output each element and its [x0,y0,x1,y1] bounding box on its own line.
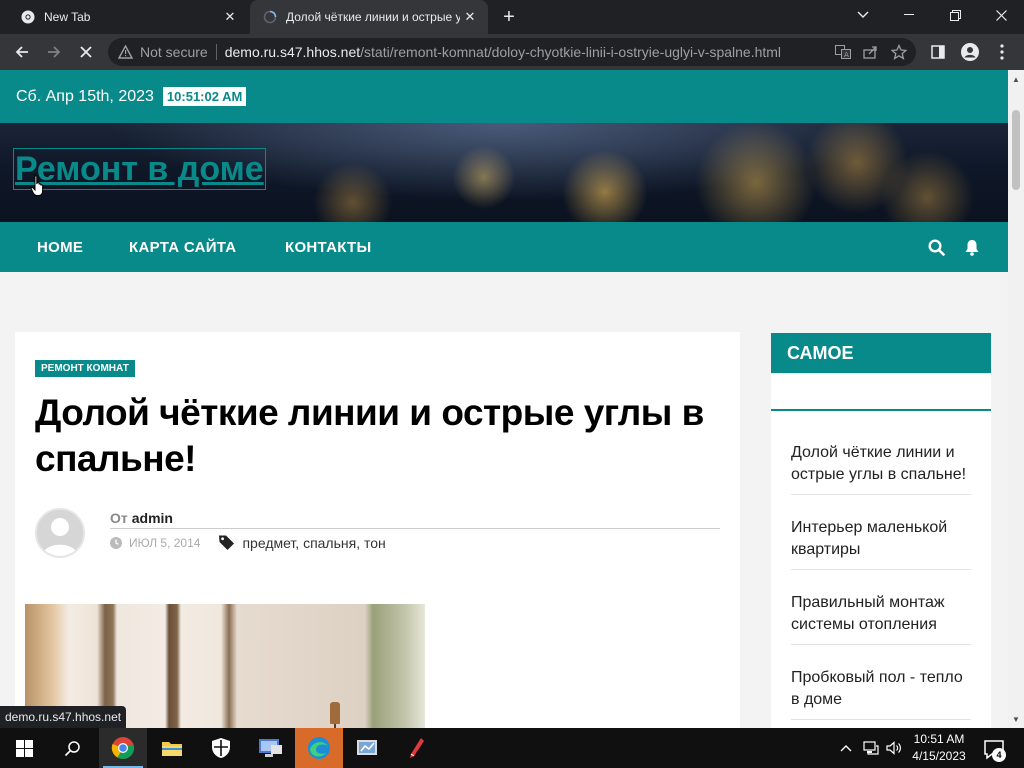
taskbar-chrome-icon[interactable] [99,728,147,768]
close-icon[interactable]: ✕ [460,7,480,27]
sidebar-item-1[interactable]: Долой чёткие линии и острые углы в спаль… [791,442,971,495]
side-panel-icon[interactable] [924,38,952,66]
author-line: От admin [110,510,720,529]
network-icon[interactable] [860,728,882,768]
current-date: Сб. Апр 15th, 2023 [16,87,154,105]
main-navigation: HOME КАРТА САЙТА КОНТАКТЫ [0,222,1008,272]
post-date-link[interactable]: ИЮЛ 5, 2014 [129,536,200,550]
back-icon[interactable] [8,38,36,66]
taskbar-file-explorer-icon[interactable] [148,728,196,768]
sidebar-item-3[interactable]: Правильный монтаж системы отопления [791,592,971,645]
taskbar-security-icon[interactable] [197,728,245,768]
taskbar-network-app-icon[interactable] [246,728,294,768]
minimize-icon[interactable] [886,0,932,30]
translate-icon[interactable]: A [834,44,852,60]
address-bar[interactable]: Not secure demo.ru.s47.hhos.net /stati/r… [108,38,916,66]
scroll-down-arrow-icon[interactable]: ▼ [1008,712,1024,726]
close-icon[interactable]: ✕ [220,7,240,27]
taskbar-edge-icon[interactable] [295,728,343,768]
sidebar-item-4[interactable]: Пробковый пол - тепло в доме [791,667,971,720]
windows-start-icon[interactable] [0,728,48,768]
windows-taskbar: 10:51 AM 4/15/2023 4 [0,728,1024,768]
sidebar-popular: САМОЕ Долой чёткие линии и острые углы в… [771,333,991,728]
url-host: demo.ru.s47.hhos.net [224,44,361,60]
category-badge[interactable]: РЕМОНТ КОМНАТ [35,360,135,377]
top-info-bar: Сб. Апр 15th, 2023 10:51:02 AM [0,70,1008,123]
nav-contacts[interactable]: КОНТАКТЫ [285,239,371,256]
warning-icon[interactable] [118,45,134,59]
profile-avatar-icon[interactable] [956,38,984,66]
page-viewport: Сб. Апр 15th, 2023 10:51:02 AM Ремонт в … [0,70,1008,728]
loading-spinner-icon [262,9,278,25]
hand-cursor-icon [30,175,44,196]
search-icon[interactable] [926,237,946,257]
restore-icon[interactable] [932,0,978,30]
link-status-bubble: demo.ru.s47.hhos.net [0,706,127,728]
stop-loading-icon[interactable] [72,38,100,66]
bookmark-star-icon[interactable] [890,44,908,60]
security-label[interactable]: Not secure [140,44,208,60]
share-icon[interactable] [862,44,880,60]
article-headline: Долой чёткие линии и острые углы в спаль… [35,392,704,479]
nav-home[interactable]: HOME [37,239,83,256]
current-time: 10:51:02 AM [162,87,247,106]
notification-count-badge: 4 [992,748,1006,762]
sidebar-divider [771,409,991,411]
author-link[interactable]: admin [132,510,173,526]
by-label: От [110,510,128,526]
tags-list[interactable]: предмет, спальня, тон [242,535,385,551]
divider [215,44,217,60]
scroll-up-arrow-icon[interactable]: ▲ [1008,72,1024,86]
sidebar-list: Долой чёткие линии и острые углы в спаль… [771,373,991,728]
system-clock[interactable]: 10:51 AM 4/15/2023 [906,731,972,765]
svg-text:A: A [844,51,849,59]
forward-icon[interactable] [40,38,68,66]
avatar[interactable] [35,508,85,558]
sidebar-item-2[interactable]: Интерьер маленькой квартиры [791,517,971,570]
site-title-link[interactable]: Ремонт в доме [13,148,266,190]
browser-tab-strip: New Tab ✕ Долой чёткие линии и острые у … [0,0,1024,34]
tab-new-tab[interactable]: New Tab ✕ [8,0,248,34]
close-window-icon[interactable] [978,0,1024,30]
sidebar-heading: САМОЕ [771,333,991,373]
bell-icon[interactable] [962,237,982,257]
taskbar-pen-app-icon[interactable] [393,728,441,768]
tab-search-chevron-icon[interactable] [840,0,886,30]
scrollbar-thumb[interactable] [1012,110,1020,190]
clock-date: 4/15/2023 [912,749,966,763]
search-icon[interactable] [48,728,96,768]
tab-title: Долой чёткие линии и острые у [286,10,460,24]
clock-time: 10:51 AM [913,732,965,746]
chrome-icon [20,9,36,25]
new-tab-button[interactable]: + [498,6,520,28]
tray-chevron-up-icon[interactable] [836,728,856,768]
menu-kebab-icon[interactable] [988,38,1016,66]
clock-icon [110,536,122,549]
tab-title: New Tab [44,10,91,24]
url-path: /stati/remont-komnat/doloy-chyotkie-lini… [360,44,782,60]
browser-toolbar: Not secure demo.ru.s47.hhos.net /stati/r… [0,34,1024,70]
volume-icon[interactable] [884,728,904,768]
omnibox-actions: A [834,44,908,60]
nav-sitemap[interactable]: КАРТА САЙТА [129,239,236,256]
tab-article[interactable]: Долой чёткие линии и острые у ✕ [250,0,488,34]
header-banner: Ремонт в доме [0,123,1008,222]
tag-icon [219,535,235,550]
article-meta: ИЮЛ 5, 2014 предмет, спальня, тон [110,534,386,551]
page-scrollbar[interactable]: ▲ ▼ [1008,70,1024,728]
taskbar-control-panel-icon[interactable] [344,728,392,768]
article-card: РЕМОНТ КОМНАТ Долой чёткие линии и остры… [15,332,740,728]
lamp-shade [330,702,340,724]
